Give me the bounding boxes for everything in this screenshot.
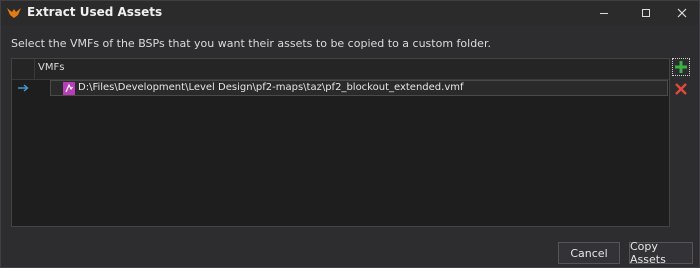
row-header-separator: [34, 59, 35, 79]
vmf-path-value: D:\Files\Development\Level Design\pf2-ma…: [78, 82, 464, 93]
vmf-file-icon: [63, 82, 75, 95]
copy-assets-button[interactable]: Copy Assets: [629, 240, 693, 266]
close-icon: [677, 8, 687, 18]
cancel-button[interactable]: Cancel: [558, 242, 620, 264]
vmf-path-cell[interactable]: D:\Files\Development\Level Design\pf2-ma…: [50, 80, 668, 96]
window-title: Extract Used Assets: [27, 5, 163, 19]
remove-vmf-button[interactable]: [672, 80, 690, 98]
add-vmf-button[interactable]: [672, 58, 690, 76]
minimize-button[interactable]: [587, 1, 621, 25]
remove-x-icon: [675, 83, 687, 95]
app-logo-icon: [7, 7, 21, 19]
column-header-vmfs[interactable]: VMFs: [38, 62, 64, 73]
plus-icon: [675, 61, 687, 73]
minimize-icon: [600, 13, 608, 14]
close-button[interactable]: [665, 1, 699, 25]
vmf-grid[interactable]: VMFs D:\Files\Development\Level Design\p…: [11, 58, 670, 227]
maximize-icon: [642, 9, 650, 17]
table-row[interactable]: D:\Files\Development\Level Design\pf2-ma…: [12, 79, 669, 97]
instruction-text: Select the VMFs of the BSPs that you wan…: [11, 37, 491, 50]
dialog-window: Extract Used Assets Select the VMFs of t…: [0, 0, 700, 268]
grid-header: VMFs: [12, 59, 669, 80]
current-row-arrow-icon: [17, 82, 29, 94]
title-bar[interactable]: Extract Used Assets: [1, 1, 699, 25]
maximize-button[interactable]: [629, 1, 663, 25]
